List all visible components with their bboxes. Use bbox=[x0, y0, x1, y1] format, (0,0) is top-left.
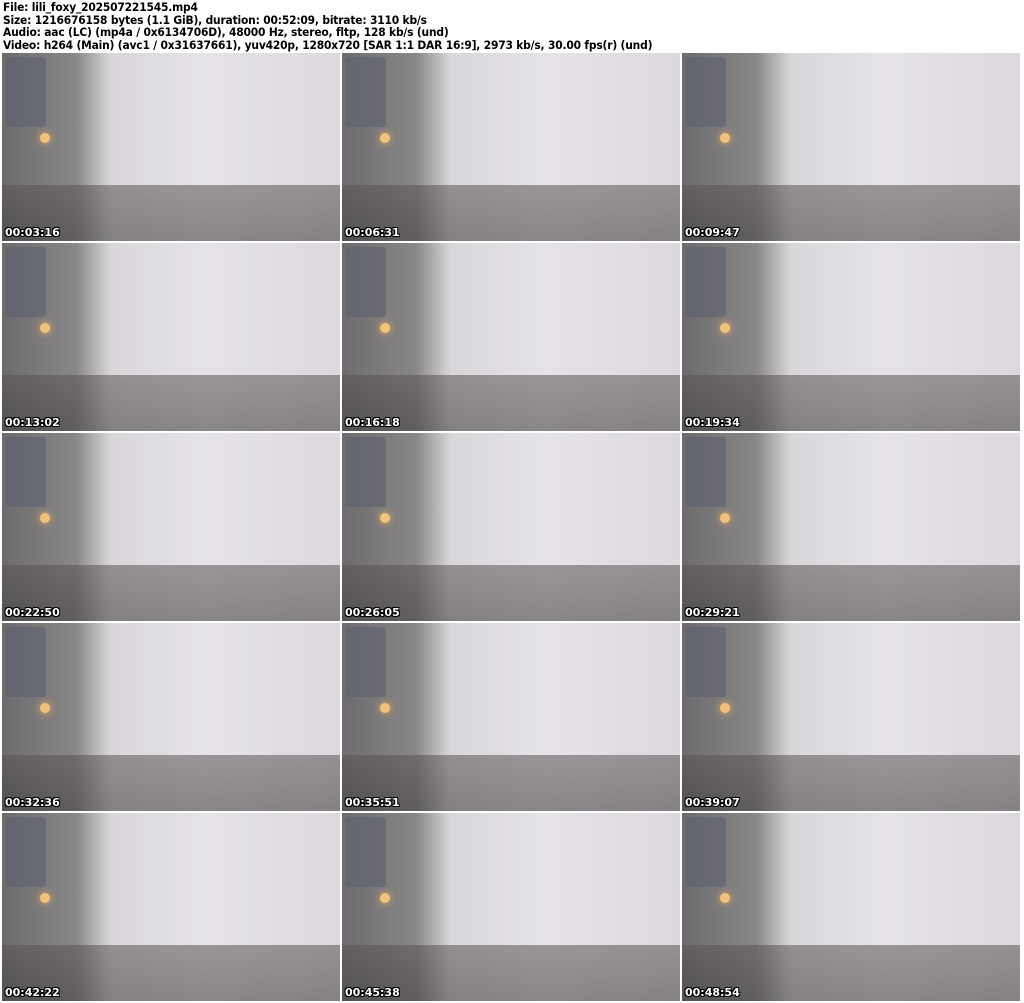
lamp-light bbox=[720, 513, 730, 523]
video-info: Video: h264 (Main) (avc1 / 0x31637661), … bbox=[3, 37, 653, 52]
video-thumbnail[interactable]: 00:06:31 bbox=[342, 53, 680, 241]
lamp-light bbox=[380, 133, 390, 143]
lamp-light bbox=[720, 893, 730, 903]
stream-overlay-panel bbox=[686, 247, 726, 317]
thumbnail-timestamp: 00:48:54 bbox=[685, 986, 740, 999]
lamp-light bbox=[40, 513, 50, 523]
stream-overlay-panel bbox=[346, 57, 386, 127]
thumbnail-timestamp: 00:29:21 bbox=[685, 606, 740, 619]
lamp-light bbox=[720, 323, 730, 333]
thumbnail-timestamp: 00:22:50 bbox=[5, 606, 60, 619]
stream-overlay-panel bbox=[6, 247, 46, 317]
thumbnail-timestamp: 00:42:22 bbox=[5, 986, 60, 999]
thumbnail-timestamp: 00:26:05 bbox=[345, 606, 400, 619]
stream-overlay-panel bbox=[6, 437, 46, 507]
video-thumbnail[interactable]: 00:16:18 bbox=[342, 243, 680, 431]
video-thumbnail[interactable]: 00:29:21 bbox=[682, 433, 1020, 621]
video-thumbnail[interactable]: 00:19:34 bbox=[682, 243, 1020, 431]
lamp-light bbox=[380, 323, 390, 333]
video-thumbnail[interactable]: 00:32:36 bbox=[2, 623, 340, 811]
thumbnail-timestamp: 00:09:47 bbox=[685, 226, 740, 239]
thumbnail-timestamp: 00:16:18 bbox=[345, 416, 400, 429]
stream-overlay-panel bbox=[686, 57, 726, 127]
file-info-header: File: lili_foxy_202507221545.mp4 Size: 1… bbox=[3, 1, 701, 51]
video-thumbnail[interactable]: 00:03:16 bbox=[2, 53, 340, 241]
thumbnail-timestamp: 00:45:38 bbox=[345, 986, 400, 999]
stream-overlay-panel bbox=[6, 57, 46, 127]
video-thumbnail[interactable]: 00:09:47 bbox=[682, 53, 1020, 241]
thumbnail-timestamp: 00:13:02 bbox=[5, 416, 60, 429]
lamp-light bbox=[380, 893, 390, 903]
stream-overlay-panel bbox=[686, 627, 726, 697]
thumbnail-timestamp: 00:03:16 bbox=[5, 226, 60, 239]
lamp-light bbox=[380, 703, 390, 713]
lamp-light bbox=[380, 513, 390, 523]
stream-overlay-panel bbox=[6, 627, 46, 697]
lamp-light bbox=[40, 703, 50, 713]
stream-overlay-panel bbox=[346, 627, 386, 697]
stream-overlay-panel bbox=[686, 437, 726, 507]
lamp-light bbox=[720, 703, 730, 713]
stream-overlay-panel bbox=[686, 817, 726, 887]
thumbnail-timestamp: 00:06:31 bbox=[345, 226, 400, 239]
stream-overlay-panel bbox=[346, 437, 386, 507]
stream-overlay-panel bbox=[6, 817, 46, 887]
lamp-light bbox=[40, 323, 50, 333]
thumbnail-timestamp: 00:39:07 bbox=[685, 796, 740, 809]
lamp-light bbox=[720, 133, 730, 143]
lamp-light bbox=[40, 893, 50, 903]
thumbnail-timestamp: 00:35:51 bbox=[345, 796, 400, 809]
thumbnail-grid: 00:03:16 00:06:31 00:09:47 00:13:02 00:16:18… bbox=[2, 53, 1020, 1001]
video-thumbnail[interactable]: 00:26:05 bbox=[342, 433, 680, 621]
video-thumbnail[interactable]: 00:35:51 bbox=[342, 623, 680, 811]
video-thumbnail[interactable]: 00:45:38 bbox=[342, 813, 680, 1001]
stream-overlay-panel bbox=[346, 817, 386, 887]
video-thumbnail[interactable]: 00:48:54 bbox=[682, 813, 1020, 1001]
video-thumbnail[interactable]: 00:13:02 bbox=[2, 243, 340, 431]
lamp-light bbox=[40, 133, 50, 143]
video-thumbnail[interactable]: 00:42:22 bbox=[2, 813, 340, 1001]
thumbnail-timestamp: 00:19:34 bbox=[685, 416, 740, 429]
thumbnail-timestamp: 00:32:36 bbox=[5, 796, 60, 809]
video-thumbnail[interactable]: 00:22:50 bbox=[2, 433, 340, 621]
video-thumbnail[interactable]: 00:39:07 bbox=[682, 623, 1020, 811]
stream-overlay-panel bbox=[346, 247, 386, 317]
